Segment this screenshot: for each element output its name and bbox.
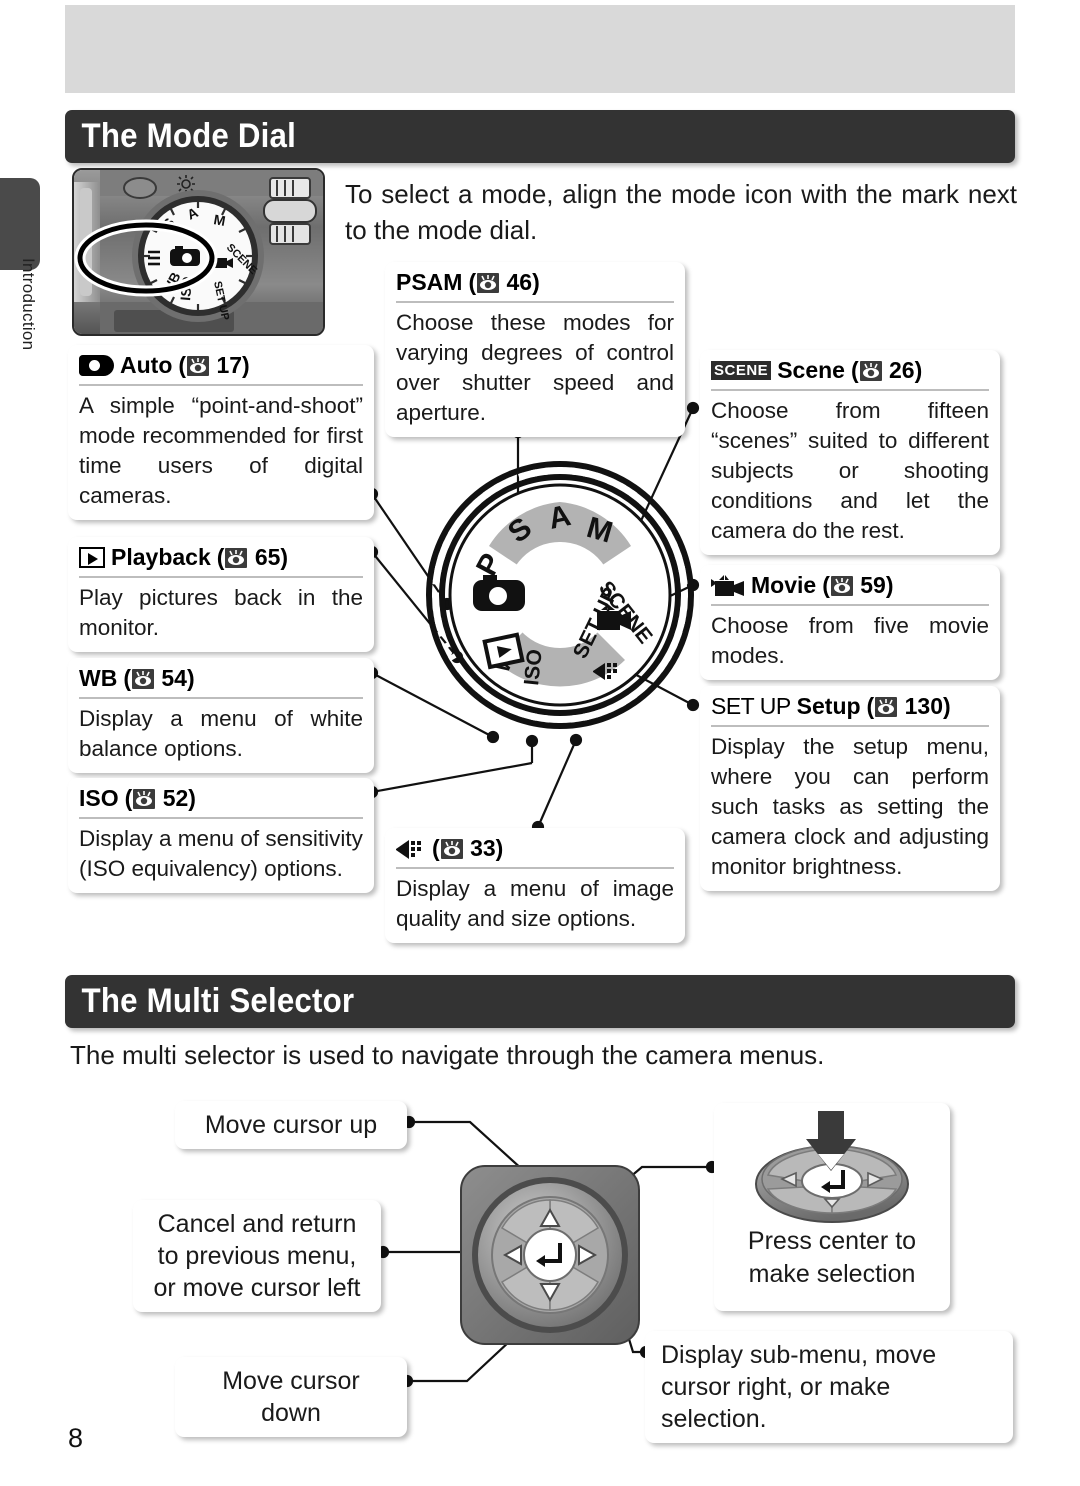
page-ref-icon	[225, 548, 248, 568]
callout-playback: Playback ( 65) Play pictures back in the…	[68, 537, 374, 652]
callout-scene-pageref: ( 26)	[850, 357, 923, 383]
multi-selector-intro-text: The multi selector is used to navigate t…	[70, 1040, 825, 1070]
press-center-illustration	[744, 1109, 920, 1234]
side-chapter-label: Introduction	[19, 258, 38, 351]
mode-dial-intro-text: To select a mode, align the mode icon wi…	[345, 179, 1017, 245]
movie-camera-icon	[711, 574, 745, 597]
callout-wb-header: WB ( 54)	[79, 665, 363, 696]
callout-playback-body: Play pictures back in the monitor.	[79, 585, 363, 640]
callout-wb: WB ( 54) Display a menu of white balance…	[68, 658, 374, 773]
callout-setup: SET UP Setup ( 130) Display the setup me…	[700, 686, 1000, 891]
svg-text:ISO: ISO	[520, 648, 547, 686]
image-quality-icon	[396, 839, 426, 859]
multi-selector-label-right: Display sub-menu, move cursor right, or …	[645, 1331, 1013, 1443]
callout-image-quality: ( 33) Display a menu of image quality an…	[385, 828, 685, 943]
callout-auto-pageref: ( 17)	[178, 352, 250, 378]
callout-image-quality-header: ( 33)	[396, 835, 674, 866]
multi-selector-center-label: Press center to make selection	[747, 1227, 917, 1288]
callout-movie-body: Choose from five movie modes.	[711, 613, 989, 668]
callout-rule	[79, 576, 363, 578]
callout-rule	[711, 389, 989, 391]
callout-setup-body: Display the setup menu, where you can pe…	[711, 734, 989, 879]
top-gray-band	[65, 5, 1015, 93]
multi-selector-center-callout: Press center to make selection	[714, 1103, 950, 1311]
callout-setup-header: SET UP Setup ( 130)	[711, 693, 989, 724]
callout-scene-body: Choose from fifteen “scenes” suited to d…	[711, 398, 989, 543]
callout-playback-pageref: ( 65)	[216, 544, 289, 570]
manual-page: Introduction The Mode Dial S A M SCENE S…	[0, 0, 1080, 1486]
section-header-mode-dial: The Mode Dial	[65, 110, 1015, 163]
page-ref-icon	[133, 789, 156, 809]
mode-dial-diagram: P S A M SCENE SET UP WB ISO	[425, 460, 695, 730]
callout-auto-title: Auto	[120, 352, 173, 378]
page-ref-icon	[830, 576, 853, 596]
callout-iso-title: ISO	[79, 785, 119, 811]
callout-psam-header: PSAM ( 46)	[396, 269, 674, 300]
page-number: 8	[68, 1423, 84, 1453]
callout-rule	[711, 725, 989, 727]
callout-auto-body: A simple “point-and-shoot” mode recommen…	[79, 393, 363, 508]
callout-auto-header: Auto ( 17)	[79, 352, 363, 383]
callout-image-quality-pageref: ( 33)	[432, 835, 504, 861]
playback-icon	[79, 547, 105, 568]
callout-scene: SCENE Scene ( 26) Choose from fifteen “s…	[700, 350, 1000, 555]
callout-movie-header: Movie ( 59)	[711, 572, 989, 603]
callout-iso-body: Display a menu of sensitivity (ISO equiv…	[79, 826, 363, 881]
scene-icon: SCENE	[711, 361, 772, 380]
callout-psam: PSAM ( 46) Choose these modes for varyin…	[385, 262, 685, 437]
callout-wb-pageref: ( 54)	[123, 665, 195, 691]
section-title-multi-selector: The Multi Selector	[81, 982, 355, 1020]
callout-setup-title: Setup	[796, 693, 861, 719]
callout-rule	[396, 867, 674, 869]
callout-psam-pageref: ( 46)	[468, 269, 540, 295]
auto-camera-icon	[79, 355, 114, 376]
page-ref-icon	[859, 361, 882, 381]
callout-rule	[396, 301, 674, 303]
callout-movie-title: Movie	[751, 572, 817, 598]
multi-selector-pad-diagram	[455, 1160, 645, 1350]
callout-rule	[79, 697, 363, 699]
section-title-mode-dial: The Mode Dial	[81, 117, 296, 155]
callout-psam-body: Choose these modes for varying degrees o…	[396, 310, 674, 425]
callout-wb-title: WB	[79, 665, 118, 691]
set-up-icon: SET UP	[711, 693, 791, 719]
multi-selector-label-left: Cancel and return to previous menu, or m…	[133, 1200, 381, 1312]
multi-selector-label-up: Move cursor up	[175, 1101, 407, 1149]
callout-setup-pageref: ( 130)	[866, 693, 951, 719]
page-ref-icon	[875, 697, 898, 717]
camera-body-illustration: S A M SCENE SET UP WB ISO	[72, 168, 325, 336]
callout-movie-pageref: ( 59)	[822, 572, 894, 598]
callout-psam-title: PSAM	[396, 269, 463, 295]
callout-playback-title: Playback	[111, 544, 211, 570]
callout-scene-title: Scene	[777, 357, 845, 383]
callout-iso-pageref: ( 52)	[124, 785, 196, 811]
section-header-multi-selector: The Multi Selector	[65, 975, 1015, 1028]
callout-scene-header: SCENE Scene ( 26)	[711, 357, 989, 388]
page-ref-icon	[477, 273, 500, 293]
callout-iso-header: ISO ( 52)	[79, 785, 363, 816]
callout-rule	[79, 384, 363, 386]
callout-image-quality-body: Display a menu of image quality and size…	[396, 876, 674, 931]
page-ref-icon	[132, 669, 154, 689]
page-ref-icon	[440, 839, 463, 859]
callout-rule	[711, 604, 989, 606]
callout-auto: Auto ( 17) A simple “point-and-shoot” mo…	[68, 345, 374, 520]
page-ref-icon	[187, 356, 210, 376]
side-chapter-tab	[0, 178, 40, 270]
multi-selector-label-down: Move cursor down	[175, 1357, 407, 1437]
callout-rule	[79, 817, 363, 819]
callout-playback-header: Playback ( 65)	[79, 544, 363, 575]
callout-movie: Movie ( 59) Choose from five movie modes…	[700, 565, 1000, 680]
callout-iso: ISO ( 52) Display a menu of sensitivity …	[68, 778, 374, 893]
callout-wb-body: Display a menu of white balance options.	[79, 706, 363, 761]
